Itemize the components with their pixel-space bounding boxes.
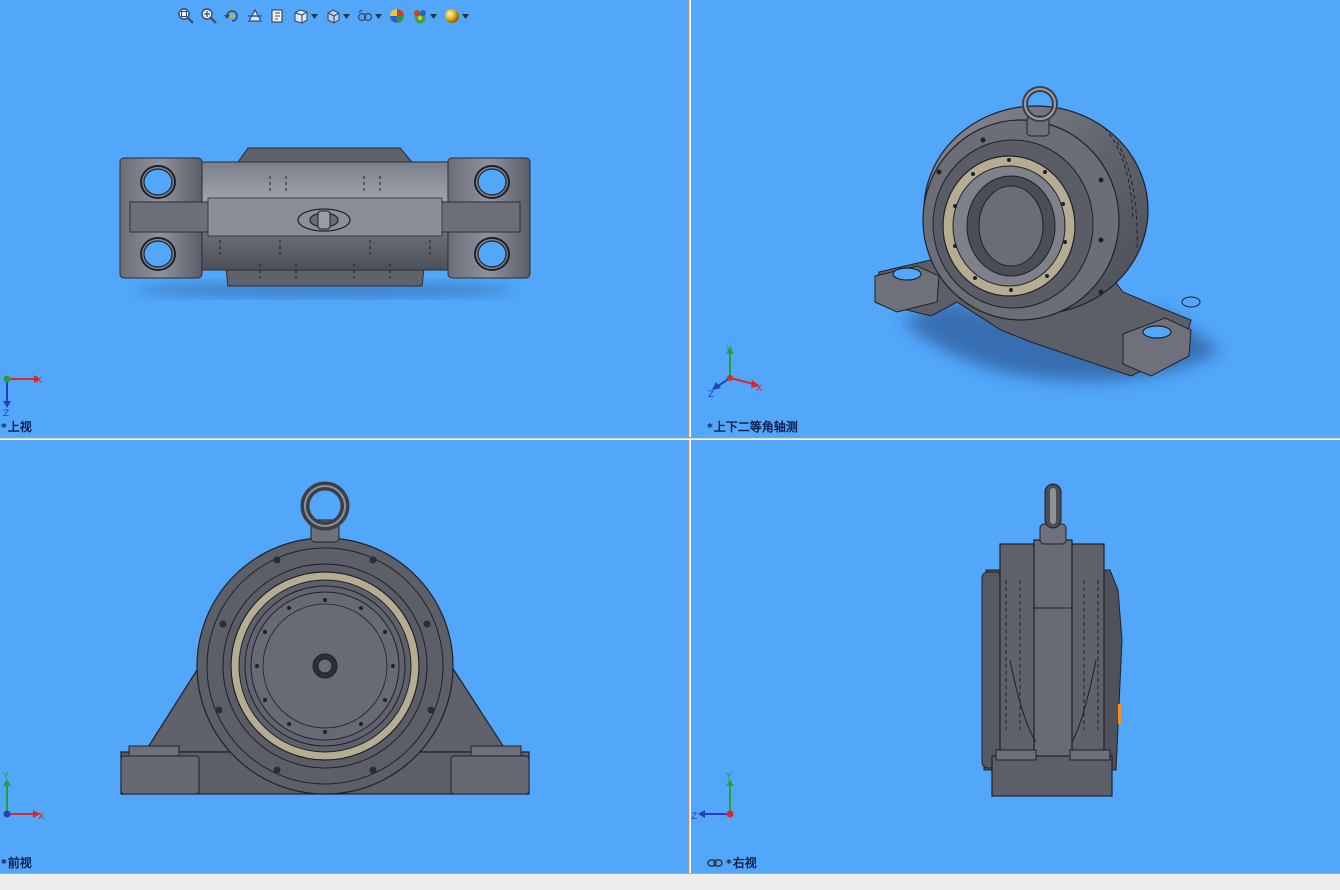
viewport-top[interactable]: X Z *上视 [0, 0, 688, 437]
view-label-right: *右视 [726, 856, 757, 870]
view-name-dimetric: 上下二等角轴测 [713, 420, 798, 434]
previous-view-icon[interactable] [222, 6, 242, 26]
hide-show-items-icon[interactable] [355, 6, 375, 26]
coordinate-triad-top: X Z [3, 375, 42, 418]
view-label-dimetric: *上下二等角轴测 [707, 420, 798, 434]
triad-dimetric-z-label: Z [708, 390, 714, 400]
view-name-right: 右视 [732, 856, 757, 870]
dynamic-annotation-icon[interactable] [268, 6, 288, 26]
view-name-top: 上视 [7, 420, 32, 434]
apply-scene-dropdown-icon[interactable] [430, 6, 437, 26]
view-settings-icon[interactable] [442, 6, 462, 26]
coordinate-triad-front: Y X [2, 772, 44, 822]
zoom-to-area-icon[interactable] [199, 6, 219, 26]
triad-right-z-label: Z [691, 812, 697, 822]
view-orientation-dropdown-icon[interactable] [311, 6, 318, 26]
viewport-dimetric[interactable]: Y X Z *上下二等角轴测 [691, 0, 1340, 437]
display-style-icon[interactable] [323, 6, 343, 26]
zoom-to-fit-icon[interactable] [176, 6, 196, 26]
pillow-block-front-view[interactable] [115, 480, 535, 800]
triad-top-x-label: X [36, 376, 42, 386]
viewport-right[interactable]: Y Z *右视 [691, 440, 1340, 873]
status-bar [0, 873, 1340, 890]
triad-front-y-label: Y [2, 772, 9, 782]
triad-top-z-label: Z [3, 409, 9, 418]
edit-appearance-icon[interactable] [387, 6, 407, 26]
section-view-icon[interactable] [245, 6, 265, 26]
view-label-top: *上视 [1, 420, 32, 434]
solidworks-quad-view-window: X Z *上视 Y X Z *上下二等角轴测 Y X *前视 Y Z *右视 [0, 0, 1340, 890]
pillow-block-dimetric-view[interactable] [861, 80, 1261, 410]
viewport-front[interactable]: Y X *前视 [0, 440, 688, 873]
triad-right-y-label: Y [725, 772, 732, 782]
pillow-block-right-view[interactable] [976, 480, 1126, 800]
view-label-front: *前视 [1, 856, 32, 870]
view-orientation-icon[interactable] [291, 6, 311, 26]
pillow-block-top-view[interactable] [110, 140, 540, 300]
coordinate-triad-right: Y Z [691, 772, 734, 822]
view-name-front: 前视 [7, 856, 32, 870]
triad-dimetric-y-label: Y [725, 346, 732, 356]
triad-front-x-label: X [38, 812, 44, 822]
hide-show-items-dropdown-icon[interactable] [375, 6, 382, 26]
heads-up-view-toolbar [176, 5, 471, 27]
coordinate-triad-dimetric: Y X Z [708, 346, 762, 400]
link-views-icon[interactable] [707, 858, 723, 868]
display-style-dropdown-icon[interactable] [343, 6, 350, 26]
view-settings-dropdown-icon[interactable] [462, 6, 469, 26]
apply-scene-icon[interactable] [410, 6, 430, 26]
viewport-splitter-horizontal[interactable] [0, 437, 1340, 440]
triad-dimetric-x-label: X [756, 384, 762, 394]
